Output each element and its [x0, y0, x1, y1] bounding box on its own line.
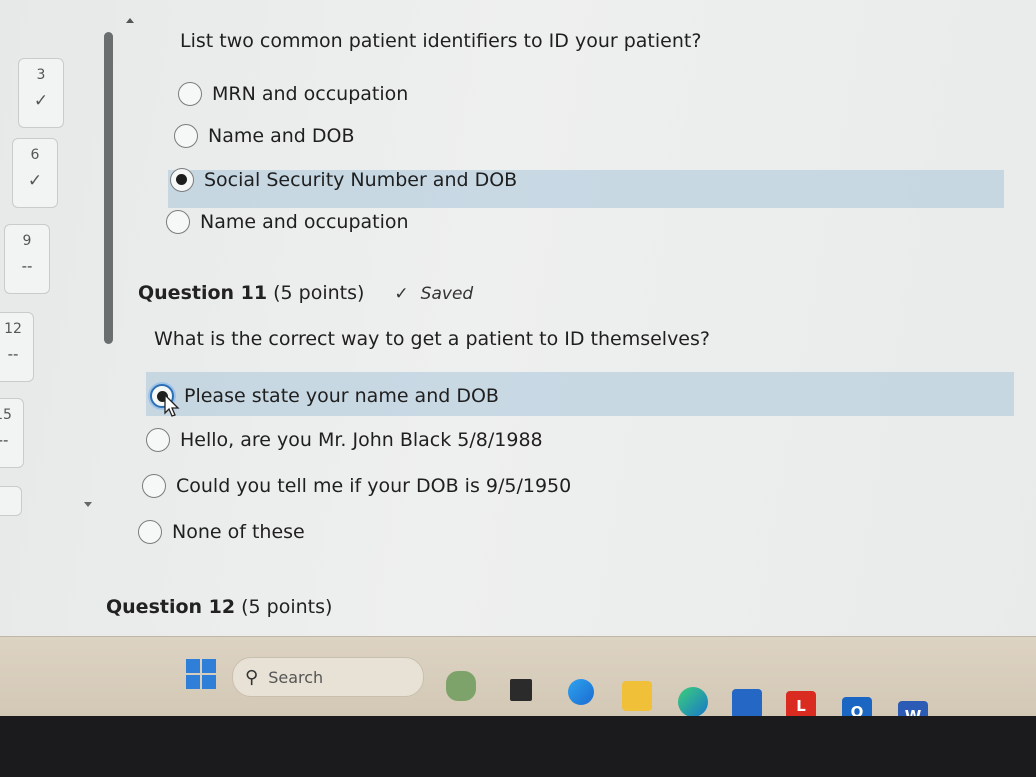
- task-view-icon[interactable]: [510, 679, 532, 701]
- nav-question-15[interactable]: 15 --: [0, 398, 24, 468]
- q10-option-2[interactable]: Name and DOB: [174, 118, 355, 154]
- unanswered-status: --: [0, 431, 9, 449]
- question-title: Question 11: [138, 282, 268, 304]
- search-label: Search: [268, 667, 324, 687]
- answered-check-icon: ✓: [27, 171, 43, 191]
- scrollbar-thumb[interactable]: [104, 32, 113, 344]
- nav-question-number: 3: [36, 67, 46, 83]
- nav-question-number: 12: [4, 321, 22, 337]
- file-explorer-icon[interactable]: [622, 681, 652, 711]
- quiz-viewport: 3 ✓ 6 ✓ 9 -- 12 -- 15 -- List two common…: [0, 0, 1036, 700]
- mouse-cursor-icon: [164, 394, 180, 417]
- search-icon: ⚲: [245, 666, 259, 688]
- unanswered-status: --: [7, 345, 19, 363]
- question-10-prompt: List two common patient identifiers to I…: [180, 30, 702, 52]
- q10-option-1[interactable]: MRN and occupation: [178, 76, 408, 112]
- radio-button[interactable]: [174, 124, 198, 148]
- option-label: Please state your name and DOB: [184, 385, 499, 407]
- nav-question-number: 15: [0, 407, 12, 423]
- option-label: Could you tell me if your DOB is 9/5/195…: [176, 475, 572, 497]
- question-title: Question 12: [106, 596, 236, 618]
- radio-button[interactable]: [178, 82, 202, 106]
- saved-label: Saved: [420, 284, 474, 304]
- scroll-up-arrow-icon[interactable]: [126, 18, 134, 23]
- radio-button[interactable]: [142, 474, 166, 498]
- scroll-down-arrow-icon[interactable]: [84, 502, 92, 507]
- option-label: Hello, are you Mr. John Black 5/8/1988: [180, 429, 543, 451]
- taskbar: ⚲ Search L O W: [0, 636, 1036, 731]
- store-icon[interactable]: [732, 689, 762, 719]
- windows-start-icon[interactable]: [186, 659, 216, 689]
- q11-option-1[interactable]: Please state your name and DOB: [150, 378, 499, 414]
- monitor-bezel: [0, 716, 1036, 777]
- nav-question-12[interactable]: 12 --: [0, 312, 34, 382]
- radio-button-checked[interactable]: [170, 168, 194, 192]
- unanswered-status: --: [21, 257, 33, 275]
- option-label: Social Security Number and DOB: [204, 169, 518, 191]
- question-12-header: Question 12 (5 points): [106, 596, 332, 618]
- nav-question-partial[interactable]: [0, 486, 22, 516]
- radio-button[interactable]: [146, 428, 170, 452]
- q11-option-3[interactable]: Could you tell me if your DOB is 9/5/195…: [142, 468, 571, 504]
- option-label: Name and occupation: [200, 211, 409, 233]
- taskbar-search[interactable]: ⚲ Search: [232, 657, 424, 697]
- radio-button[interactable]: [166, 210, 190, 234]
- widgets-icon[interactable]: [446, 671, 476, 701]
- q11-option-2[interactable]: Hello, are you Mr. John Black 5/8/1988: [146, 422, 543, 458]
- option-label: None of these: [172, 521, 305, 543]
- q10-option-4[interactable]: Name and occupation: [166, 204, 409, 240]
- question-points: (5 points): [241, 596, 333, 618]
- radio-button[interactable]: [138, 520, 162, 544]
- screen: 3 ✓ 6 ✓ 9 -- 12 -- 15 -- List two common…: [0, 0, 1036, 777]
- option-label: Name and DOB: [208, 125, 355, 147]
- nav-question-3[interactable]: 3 ✓: [18, 58, 64, 128]
- nav-question-9[interactable]: 9 --: [4, 224, 50, 294]
- saved-status: ✓ Saved: [394, 284, 473, 304]
- nav-question-number: 9: [22, 233, 32, 249]
- answered-check-icon: ✓: [33, 91, 49, 111]
- nav-question-6[interactable]: 6 ✓: [12, 138, 58, 208]
- copilot-icon[interactable]: [568, 679, 594, 705]
- question-11-prompt: What is the correct way to get a patient…: [154, 328, 710, 350]
- check-icon: ✓: [394, 284, 409, 304]
- q10-option-3[interactable]: Social Security Number and DOB: [170, 162, 517, 198]
- question-points: (5 points): [273, 282, 365, 304]
- question-11-header: Question 11 (5 points) ✓ Saved: [138, 282, 473, 304]
- edge-icon[interactable]: [678, 687, 708, 717]
- q11-option-4[interactable]: None of these: [138, 514, 305, 550]
- option-label: MRN and occupation: [212, 83, 409, 105]
- nav-question-number: 6: [30, 147, 40, 163]
